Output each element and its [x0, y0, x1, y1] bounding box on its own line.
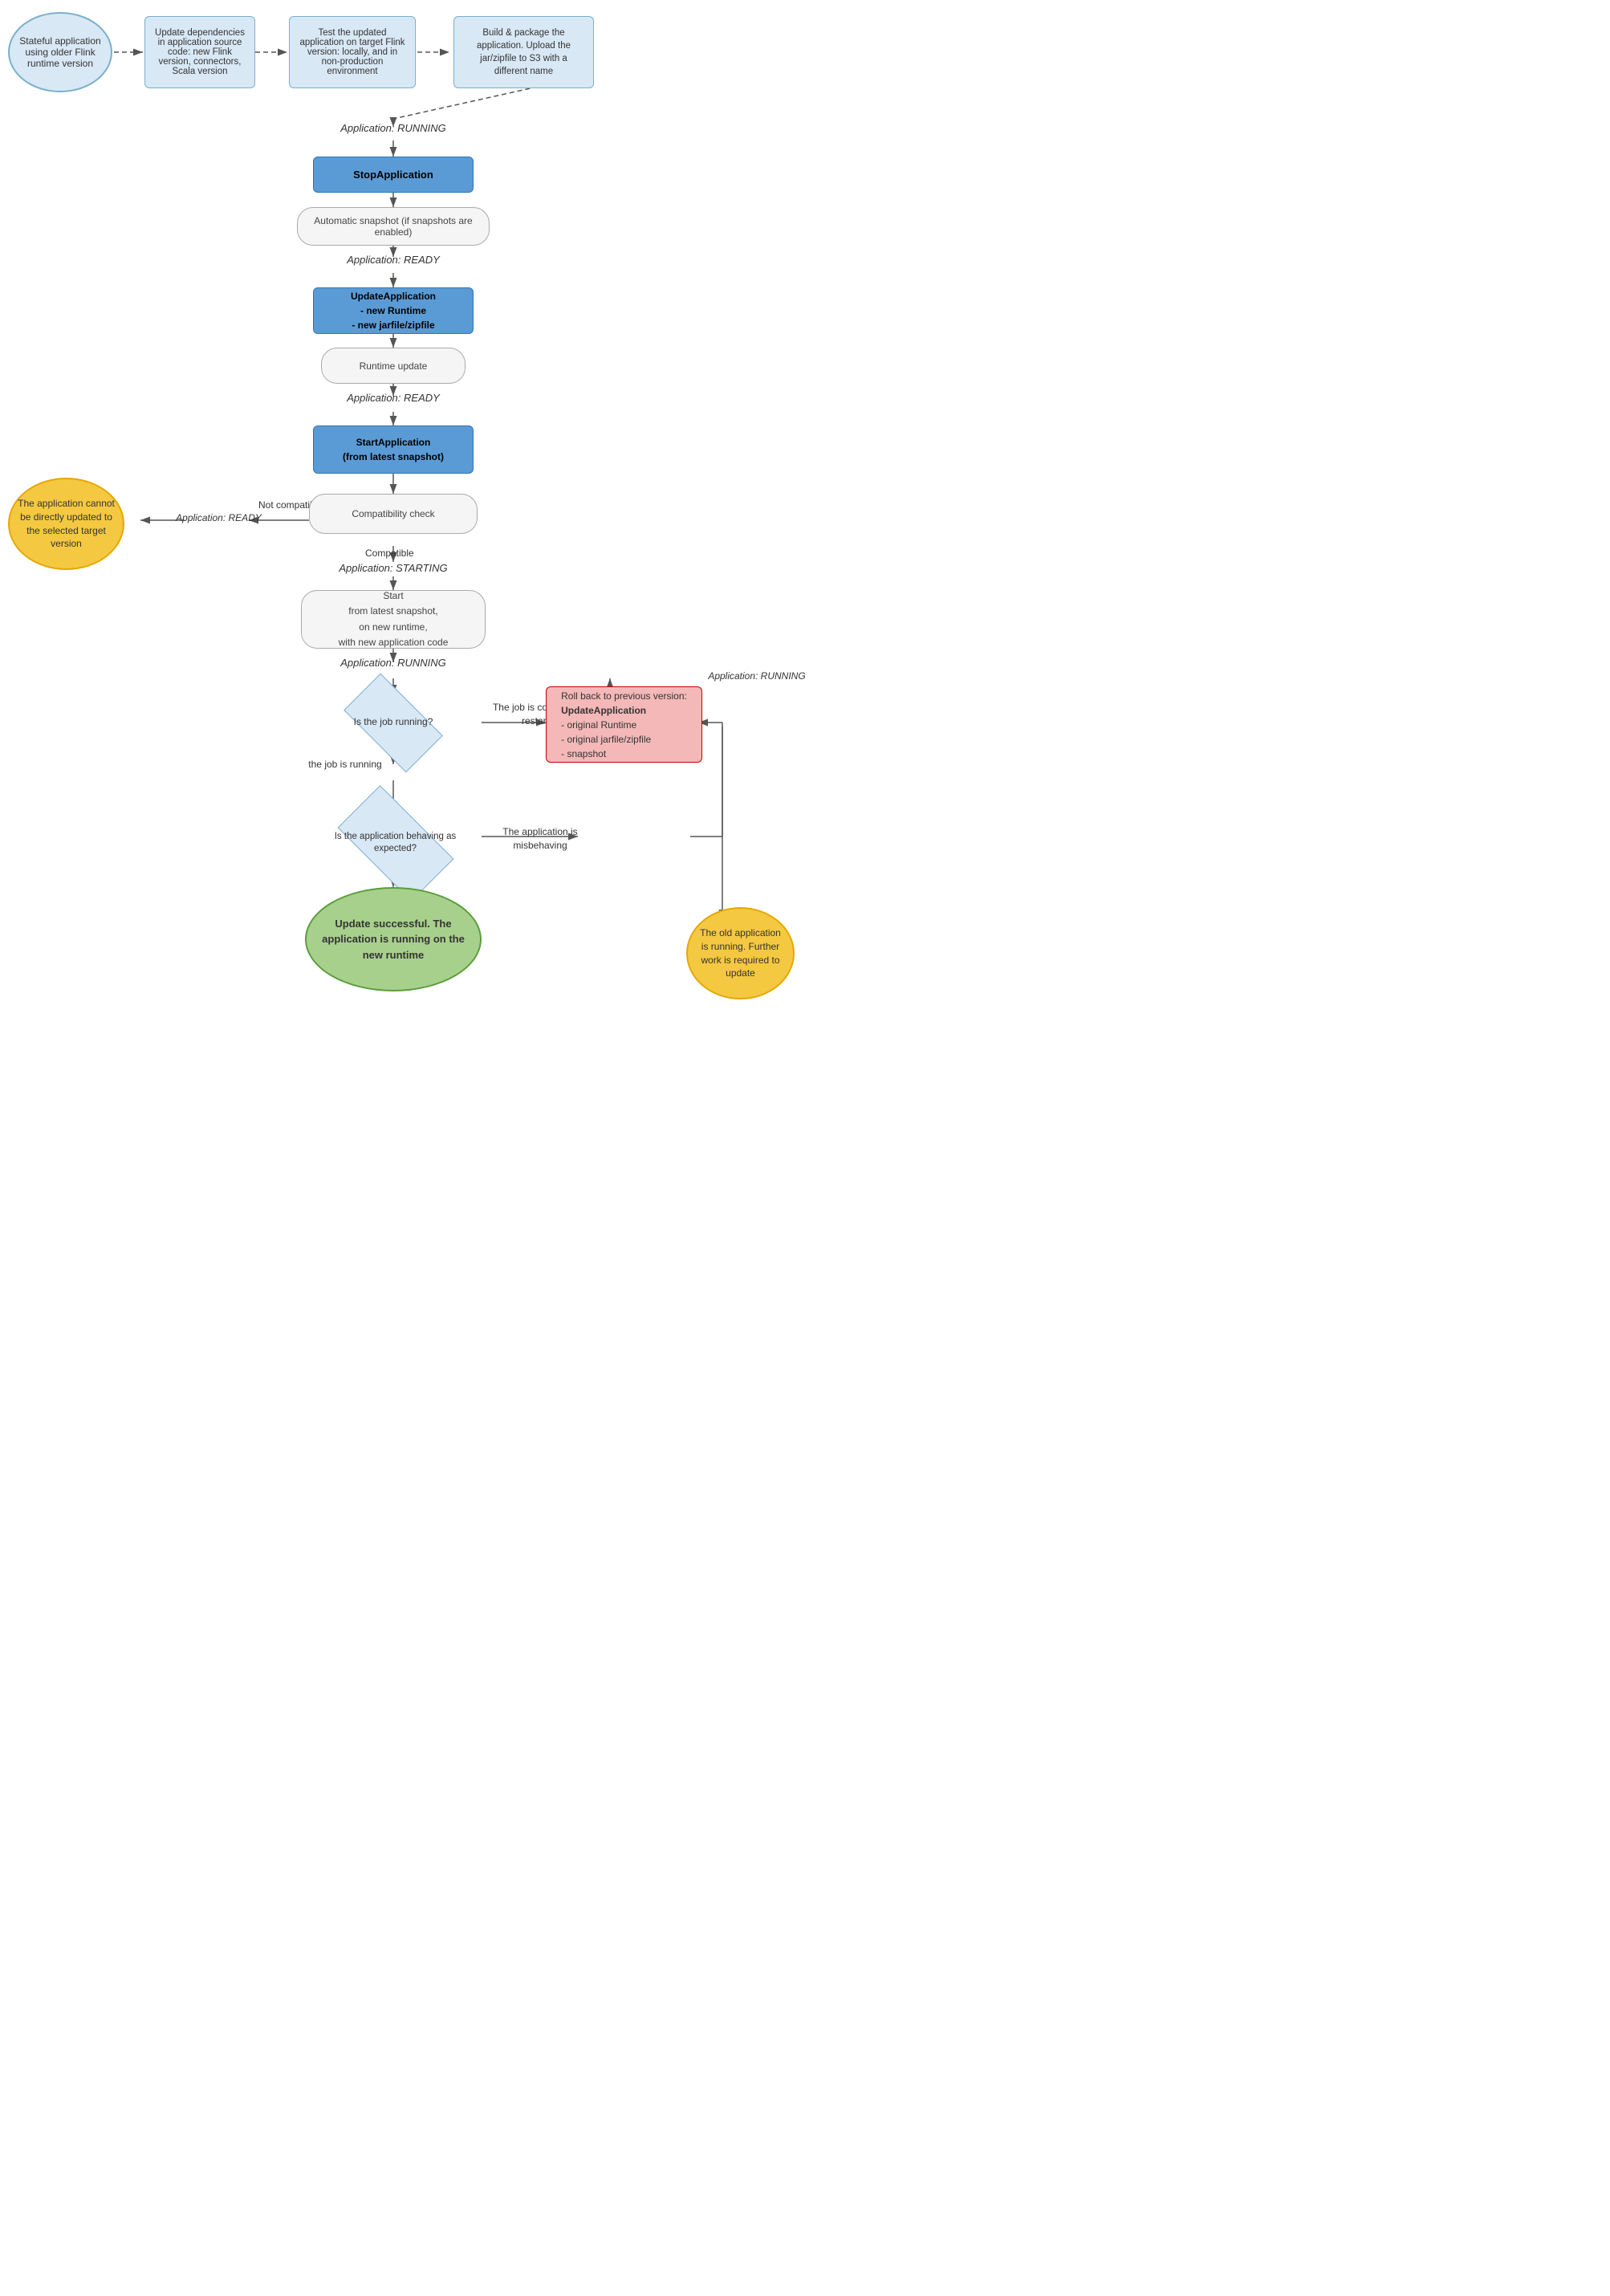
compatible-label: Compatible: [365, 548, 414, 559]
status-ready-1: Application: READY: [305, 254, 482, 266]
status-ready-2: Application: READY: [305, 392, 482, 404]
box-update-deps: Update dependencies in application sourc…: [144, 16, 255, 88]
rollback-box: Roll back to previous version: UpdateApp…: [546, 686, 702, 763]
update-application-box: UpdateApplication - new Runtime - new ja…: [313, 287, 474, 334]
misbehaving-label: The application is misbehaving: [488, 825, 592, 853]
not-compatible-circle: The application cannot be directly updat…: [8, 478, 124, 570]
stop-application-box: StopApplication: [313, 157, 474, 193]
status-starting: Application: STARTING: [305, 562, 482, 574]
start-process-box: Start from latest snapshot, on new runti…: [301, 590, 486, 649]
runtime-update-box: Runtime update: [321, 348, 466, 384]
status-running-1: Application: RUNNING: [305, 122, 482, 134]
diamond-behaving: Is the application behaving as expected?: [325, 807, 466, 879]
status-running-right: Application: RUNNING: [697, 670, 817, 682]
status-running-2: Application: RUNNING: [305, 657, 482, 669]
diamond-job-running: Is the job running?: [333, 686, 453, 759]
box-test-app: Test the updated application on target F…: [289, 16, 416, 88]
job-running-label: the job is running: [297, 759, 393, 770]
diagram-container: Stateful application using older Flink r…: [0, 0, 805, 1148]
compatibility-check-box: Compatibility check: [309, 494, 478, 534]
auto-snapshot-box: Automatic snapshot (if snapshots are ena…: [297, 207, 490, 246]
old-app-circle: The old application is running. Further …: [686, 907, 795, 999]
status-ready-3: Application: READY: [161, 512, 277, 523]
box-build-package: Build & package the application. Upload …: [453, 16, 594, 88]
start-application-box: StartApplication (from latest snapshot): [313, 425, 474, 474]
start-circle: Stateful application using older Flink r…: [8, 12, 112, 92]
success-circle: Update successful. The application is ru…: [305, 887, 482, 991]
